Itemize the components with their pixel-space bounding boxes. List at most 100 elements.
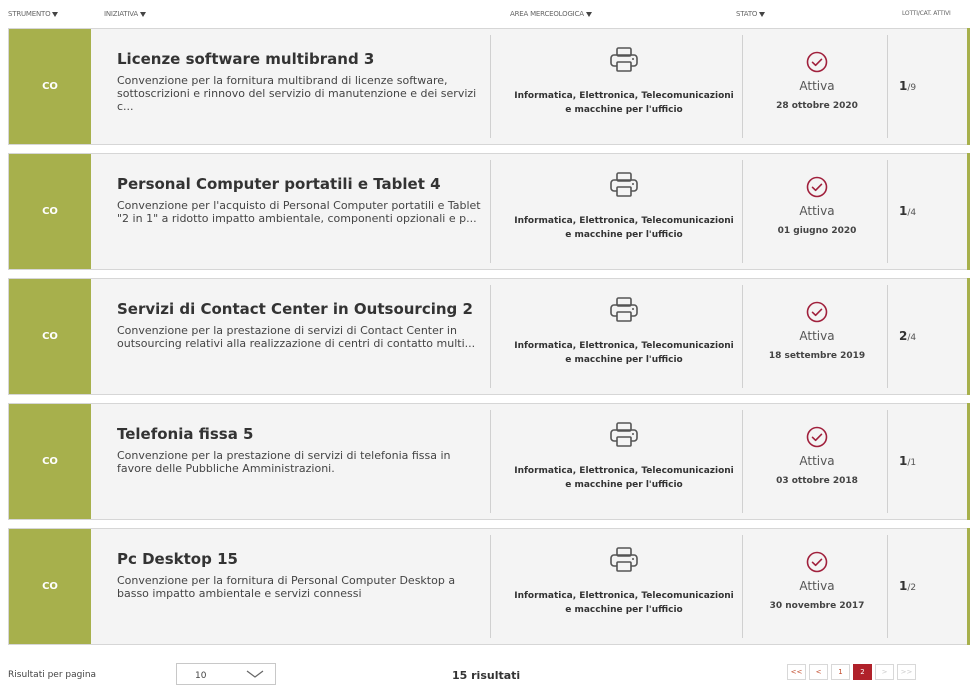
page-next-button[interactable]: >: [875, 664, 894, 680]
iniziativa-title[interactable]: Pc Desktop 15: [117, 551, 487, 568]
sort-down-icon: [139, 11, 146, 17]
pagination: << < 1 2 > >>: [787, 664, 916, 680]
lotti-total: /4: [907, 208, 917, 218]
iniziativa-description: Convenzione per l'acquisto di Personal C…: [117, 199, 481, 225]
divider: [742, 535, 743, 638]
area-cell: Informatica, Elettronica, Telecomunicazi…: [509, 154, 739, 269]
strumento-label: CO: [42, 331, 58, 342]
lotti-count: 2/4: [899, 329, 959, 343]
divider: [887, 410, 888, 513]
header-stato[interactable]: STATO: [736, 10, 766, 18]
header-iniziativa[interactable]: INIZIATIVA: [104, 10, 146, 18]
stato-label: Attiva: [799, 204, 835, 218]
check-circle-icon: [806, 51, 828, 73]
printer-icon: [610, 47, 638, 72]
area-cell: Informatica, Elettronica, Telecomunicazi…: [509, 279, 739, 394]
area-cell: Informatica, Elettronica, Telecomunicazi…: [509, 529, 739, 644]
divider: [742, 160, 743, 263]
page-1-button[interactable]: 1: [831, 664, 850, 680]
area-label: Informatica, Elettronica, Telecomunicazi…: [514, 341, 734, 365]
page-first-button[interactable]: <<: [787, 664, 806, 680]
sort-down-icon: [759, 11, 766, 17]
page-last-button[interactable]: >>: [897, 664, 916, 680]
strumento-label: CO: [42, 456, 58, 467]
stato-date: 18 settembre 2019: [768, 351, 866, 361]
area-label: Informatica, Elettronica, Telecomunicazi…: [514, 216, 734, 240]
iniziativa-cell: Personal Computer portatili e Tablet 4 C…: [117, 176, 487, 226]
iniziativa-cell: Servizi di Contact Center in Outsourcing…: [117, 301, 487, 351]
divider: [490, 35, 491, 138]
strumento-label: CO: [42, 581, 58, 592]
iniziativa-title[interactable]: Telefonia fissa 5: [117, 426, 487, 443]
table-header: STRUMENTO INIZIATIVA AREA MERCEOLOGICA S…: [0, 0, 976, 24]
area-cell: Informatica, Elettronica, Telecomunicazi…: [509, 404, 739, 519]
iniziativa-title[interactable]: Personal Computer portatili e Tablet 4: [117, 176, 487, 193]
row-accent: [967, 278, 970, 395]
divider: [490, 160, 491, 263]
iniziativa-title[interactable]: Servizi di Contact Center in Outsourcing…: [117, 301, 487, 318]
area-label: Informatica, Elettronica, Telecomunicazi…: [514, 466, 734, 490]
divider: [490, 410, 491, 513]
result-row[interactable]: CO Pc Desktop 15 Convenzione per la forn…: [8, 528, 970, 645]
iniziativa-description: Convenzione per la prestazione di serviz…: [117, 449, 451, 475]
lotti-total: /9: [907, 83, 917, 93]
header-strumento[interactable]: STRUMENTO: [8, 10, 59, 18]
chevron-down-icon: [246, 670, 264, 678]
strumento-badge: CO: [9, 29, 91, 144]
check-circle-icon: [806, 426, 828, 448]
area-cell: Informatica, Elettronica, Telecomunicazi…: [509, 29, 739, 144]
printer-icon: [610, 297, 638, 322]
divider: [742, 35, 743, 138]
sort-down-icon: [52, 11, 59, 17]
result-row[interactable]: CO Personal Computer portatili e Tablet …: [8, 153, 970, 270]
iniziativa-cell: Pc Desktop 15 Convenzione per la fornitu…: [117, 551, 487, 601]
divider: [887, 285, 888, 388]
divider: [490, 535, 491, 638]
check-circle-icon: [806, 301, 828, 323]
stato-date: 03 ottobre 2018: [776, 476, 858, 486]
sort-down-icon: [585, 11, 592, 17]
results-footer: Risultati per pagina 10 15 risultati << …: [0, 660, 976, 686]
divider: [490, 285, 491, 388]
page-prev-button[interactable]: <: [809, 664, 828, 680]
result-row[interactable]: CO Licenze software multibrand 3 Convenz…: [8, 28, 970, 145]
printer-icon: [610, 422, 638, 447]
stato-cell: Attiva 28 ottobre 2020: [759, 29, 875, 144]
page-2-button[interactable]: 2: [853, 664, 872, 680]
strumento-badge: CO: [9, 154, 91, 269]
per-page-select[interactable]: 10: [176, 663, 276, 685]
printer-icon: [610, 547, 638, 572]
printer-icon: [610, 172, 638, 197]
strumento-label: CO: [42, 206, 58, 217]
stato-date: 30 novembre 2017: [769, 601, 865, 611]
row-accent: [967, 153, 970, 270]
divider: [887, 535, 888, 638]
stato-label: Attiva: [799, 329, 835, 343]
header-area[interactable]: AREA MERCEOLOGICA: [510, 10, 592, 18]
strumento-label: CO: [42, 81, 58, 92]
check-circle-icon: [806, 551, 828, 573]
divider: [742, 410, 743, 513]
iniziativa-description: Convenzione per la prestazione di serviz…: [117, 324, 476, 350]
result-row[interactable]: CO Servizi di Contact Center in Outsourc…: [8, 278, 970, 395]
stato-cell: Attiva 01 giugno 2020: [759, 154, 875, 269]
area-label: Informatica, Elettronica, Telecomunicazi…: [514, 591, 734, 615]
iniziativa-title[interactable]: Licenze software multibrand 3: [117, 51, 487, 68]
stato-date: 01 giugno 2020: [777, 226, 857, 236]
stato-label: Attiva: [799, 454, 835, 468]
strumento-badge: CO: [9, 279, 91, 394]
result-row[interactable]: CO Telefonia fissa 5 Convenzione per la …: [8, 403, 970, 520]
row-accent: [967, 28, 970, 145]
stato-cell: Attiva 03 ottobre 2018: [759, 404, 875, 519]
check-circle-icon: [806, 176, 828, 198]
stato-label: Attiva: [799, 79, 835, 93]
results-count: 15 risultati: [452, 669, 521, 682]
per-page-value: 10: [195, 671, 207, 681]
stato-cell: Attiva 18 settembre 2019: [759, 279, 875, 394]
lotti-count: 1/4: [899, 204, 959, 218]
lotti-total: /2: [907, 583, 917, 593]
lotti-count: 1/1: [899, 454, 959, 468]
strumento-badge: CO: [9, 404, 91, 519]
divider: [887, 35, 888, 138]
lotti-count: 1/2: [899, 579, 959, 593]
